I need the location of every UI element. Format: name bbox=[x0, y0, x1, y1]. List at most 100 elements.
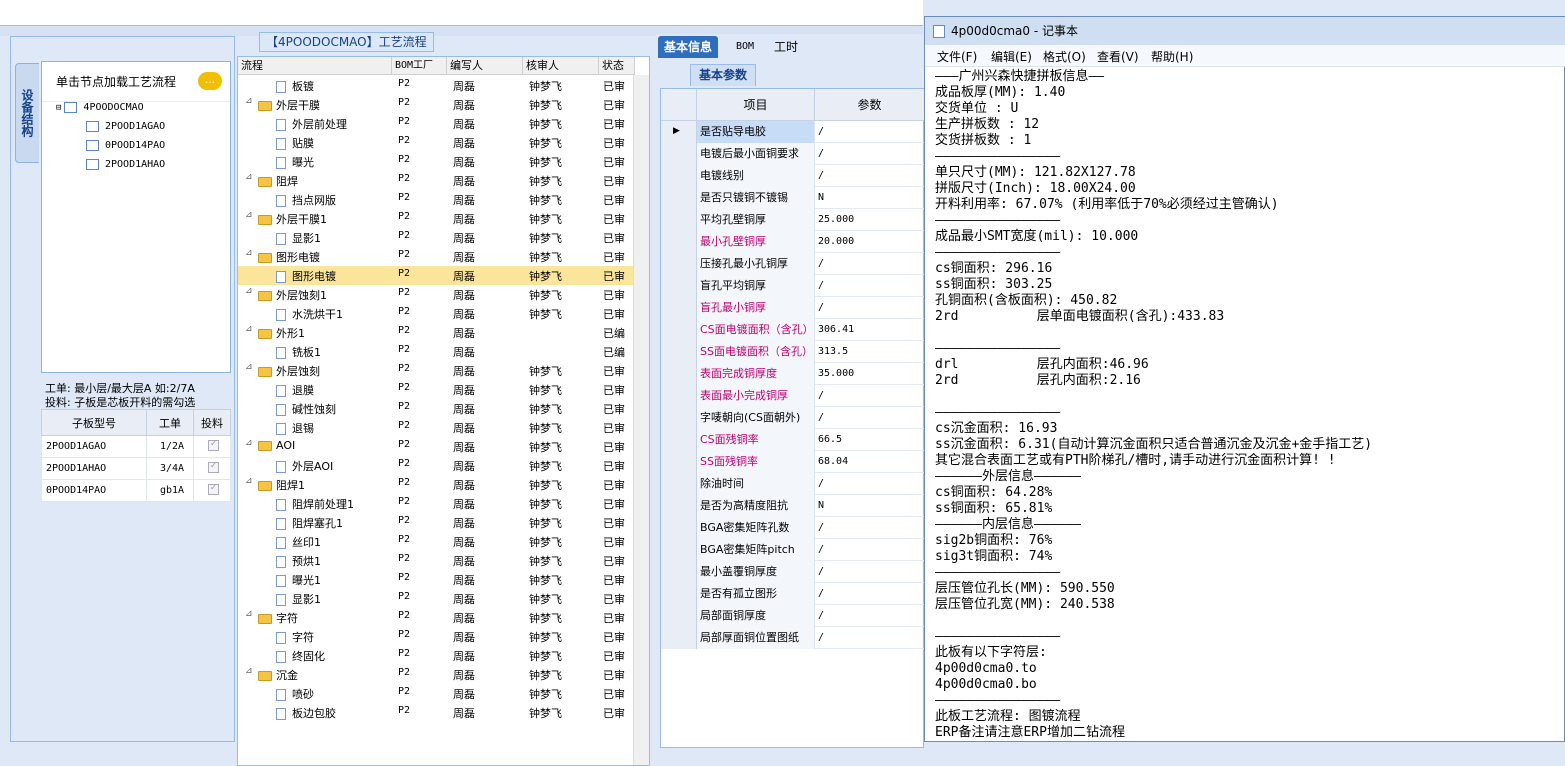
process-row[interactable]: 贴膜 P2 周磊 钟梦飞 已审 bbox=[238, 133, 635, 152]
param-value[interactable]: N bbox=[818, 495, 824, 517]
param-row[interactable]: 是否只镀铜不镀锡 N bbox=[661, 187, 925, 209]
collapse-icon[interactable]: ⊿ bbox=[245, 248, 253, 258]
param-value[interactable]: / bbox=[818, 605, 824, 627]
row-header[interactable] bbox=[661, 627, 697, 649]
tree-child-node[interactable]: 0POOD14PAO bbox=[86, 140, 165, 151]
table-row[interactable]: 2POOD1AHAO 3/4A bbox=[40, 457, 232, 480]
row-header[interactable] bbox=[661, 275, 697, 297]
row-header[interactable] bbox=[661, 297, 697, 319]
process-row[interactable]: ⊿ 外形1 P2 周磊 已编 bbox=[238, 323, 635, 342]
collapse-icon[interactable]: ⊿ bbox=[245, 286, 253, 296]
menu-view[interactable]: 查看(V) bbox=[1097, 48, 1139, 65]
param-value[interactable]: / bbox=[818, 121, 824, 143]
row-header[interactable] bbox=[661, 583, 697, 605]
param-value[interactable]: 306.41 bbox=[818, 319, 854, 341]
process-row[interactable]: 曝光1 P2 周磊 钟梦飞 已审 bbox=[238, 570, 635, 589]
param-row[interactable]: 最小盖覆铜厚度 / bbox=[661, 561, 925, 583]
param-row[interactable]: 除油时间 / bbox=[661, 473, 925, 495]
feed-checkbox[interactable] bbox=[208, 438, 220, 451]
row-header[interactable] bbox=[661, 231, 697, 253]
process-row[interactable]: 板镀 P2 周磊 钟梦飞 已审 bbox=[238, 76, 635, 95]
collapse-icon[interactable]: ⊿ bbox=[245, 96, 253, 106]
process-row[interactable]: ⊿ 字符 P2 周磊 钟梦飞 已审 bbox=[238, 608, 635, 627]
param-row[interactable]: 电镀后最小面铜要求 / bbox=[661, 143, 925, 165]
feed-checkbox[interactable] bbox=[208, 482, 220, 495]
param-value[interactable]: 20.000 bbox=[818, 231, 854, 253]
param-row[interactable]: 局部面铜厚度 / bbox=[661, 605, 925, 627]
tree-child-node[interactable]: 2POOD1AGAO bbox=[86, 121, 165, 132]
param-value[interactable]: / bbox=[818, 275, 824, 297]
param-row[interactable]: 平均孔壁铜厚 25.000 bbox=[661, 209, 925, 231]
param-value[interactable]: / bbox=[818, 165, 824, 187]
param-row[interactable]: SS面电镀面积（含孔） 313.5 bbox=[661, 341, 925, 363]
row-header[interactable] bbox=[661, 407, 697, 429]
process-row[interactable]: 显影1 P2 周磊 钟梦飞 已审 bbox=[238, 228, 635, 247]
process-row[interactable]: 图形电镀 P2 周磊 钟梦飞 已审 bbox=[238, 266, 635, 285]
process-row[interactable]: 终固化 P2 周磊 钟梦飞 已审 bbox=[238, 646, 635, 665]
process-row[interactable]: ⊿ 外层干膜 P2 周磊 钟梦飞 已审 bbox=[238, 95, 635, 114]
param-value[interactable]: N bbox=[818, 187, 824, 209]
param-value[interactable]: / bbox=[818, 561, 824, 583]
param-row[interactable]: 是否有孤立图形 / bbox=[661, 583, 925, 605]
row-header[interactable] bbox=[661, 385, 697, 407]
row-header[interactable] bbox=[661, 473, 697, 495]
param-value[interactable]: / bbox=[818, 297, 824, 319]
process-row[interactable]: ⊿ 外层蚀刻 P2 周磊 钟梦飞 已审 bbox=[238, 361, 635, 380]
table-row[interactable]: 2POOD1AGAO 1/2A bbox=[40, 435, 232, 458]
collapse-icon[interactable]: ⊿ bbox=[245, 666, 253, 676]
menu-file[interactable]: 文件(F) bbox=[937, 48, 977, 65]
param-row[interactable]: 字唛朝向(CS面朝外) / bbox=[661, 407, 925, 429]
tab-work-hours[interactable]: 工时 bbox=[768, 36, 804, 58]
col-header-param[interactable]: 参数 bbox=[815, 89, 925, 121]
process-row[interactable]: 退锡 P2 周磊 钟梦飞 已审 bbox=[238, 418, 635, 437]
col-header[interactable]: 工单 bbox=[146, 409, 194, 436]
vertical-scrollbar[interactable] bbox=[633, 75, 649, 765]
process-row[interactable]: 碱性蚀刻 P2 周磊 钟梦飞 已审 bbox=[238, 399, 635, 418]
param-row[interactable]: ▶ 是否贴导电胶 / bbox=[661, 121, 925, 143]
param-row[interactable]: BGA密集矩阵孔数 / bbox=[661, 517, 925, 539]
param-value[interactable]: / bbox=[818, 583, 824, 605]
param-value[interactable]: 25.000 bbox=[818, 209, 854, 231]
param-row[interactable]: 表面完成铜厚度 35.000 bbox=[661, 363, 925, 385]
col-header-status[interactable]: 状态 bbox=[599, 57, 635, 75]
row-header[interactable]: ▶ bbox=[661, 121, 697, 143]
collapse-icon[interactable]: ⊿ bbox=[245, 362, 253, 372]
process-row[interactable]: 喷砂 P2 周磊 钟梦飞 已审 bbox=[238, 684, 635, 703]
row-header[interactable] bbox=[661, 341, 697, 363]
row-header[interactable] bbox=[661, 319, 697, 341]
param-value[interactable]: / bbox=[818, 385, 824, 407]
process-row[interactable]: 字符 P2 周磊 钟梦飞 已审 bbox=[238, 627, 635, 646]
feed-checkbox[interactable] bbox=[208, 460, 220, 473]
process-row[interactable]: 水洗烘干1 P2 周磊 钟梦飞 已审 bbox=[238, 304, 635, 323]
menu-edit[interactable]: 编辑(E) bbox=[991, 48, 1032, 65]
param-value[interactable]: 313.5 bbox=[818, 341, 848, 363]
collapse-icon[interactable]: ⊿ bbox=[245, 172, 253, 182]
process-row[interactable]: ⊿ 沉金 P2 周磊 钟梦飞 已审 bbox=[238, 665, 635, 684]
param-value[interactable]: / bbox=[818, 407, 824, 429]
param-row[interactable]: BGA密集矩阵pitch / bbox=[661, 539, 925, 561]
tab-basic-info[interactable]: 基本信息 bbox=[658, 36, 719, 58]
col-header[interactable]: 投料 bbox=[192, 409, 232, 436]
process-row[interactable]: ⊿ 外层蚀刻1 P2 周磊 钟梦飞 已审 bbox=[238, 285, 635, 304]
param-value[interactable]: 35.000 bbox=[818, 363, 854, 385]
process-row[interactable]: 外层前处理 P2 周磊 钟梦飞 已审 bbox=[238, 114, 635, 133]
row-header[interactable] bbox=[661, 495, 697, 517]
process-row[interactable]: 预烘1 P2 周磊 钟梦飞 已审 bbox=[238, 551, 635, 570]
row-header[interactable] bbox=[661, 429, 697, 451]
col-header-flow[interactable]: 流程 bbox=[238, 57, 392, 75]
row-header[interactable] bbox=[661, 363, 697, 385]
row-header[interactable] bbox=[661, 539, 697, 561]
tab-bom[interactable]: BOM bbox=[730, 36, 760, 58]
process-row[interactable]: ⊿ 图形电镀 P2 周磊 钟梦飞 已审 bbox=[238, 247, 635, 266]
param-row[interactable]: SS面残铜率 68.04 bbox=[661, 451, 925, 473]
row-header[interactable] bbox=[661, 143, 697, 165]
param-value[interactable]: / bbox=[818, 627, 824, 649]
process-row[interactable]: ⊿ 阻焊1 P2 周磊 钟梦飞 已审 bbox=[238, 475, 635, 494]
process-row[interactable]: 板边包胶 P2 周磊 钟梦飞 已审 bbox=[238, 703, 635, 722]
device-structure-tab[interactable]: 设备结构 bbox=[15, 63, 39, 163]
param-value[interactable]: / bbox=[818, 253, 824, 275]
row-header[interactable] bbox=[661, 605, 697, 627]
col-header[interactable]: 子板型号 bbox=[40, 409, 148, 436]
menu-help[interactable]: 帮助(H) bbox=[1151, 48, 1193, 65]
row-header[interactable] bbox=[661, 165, 697, 187]
